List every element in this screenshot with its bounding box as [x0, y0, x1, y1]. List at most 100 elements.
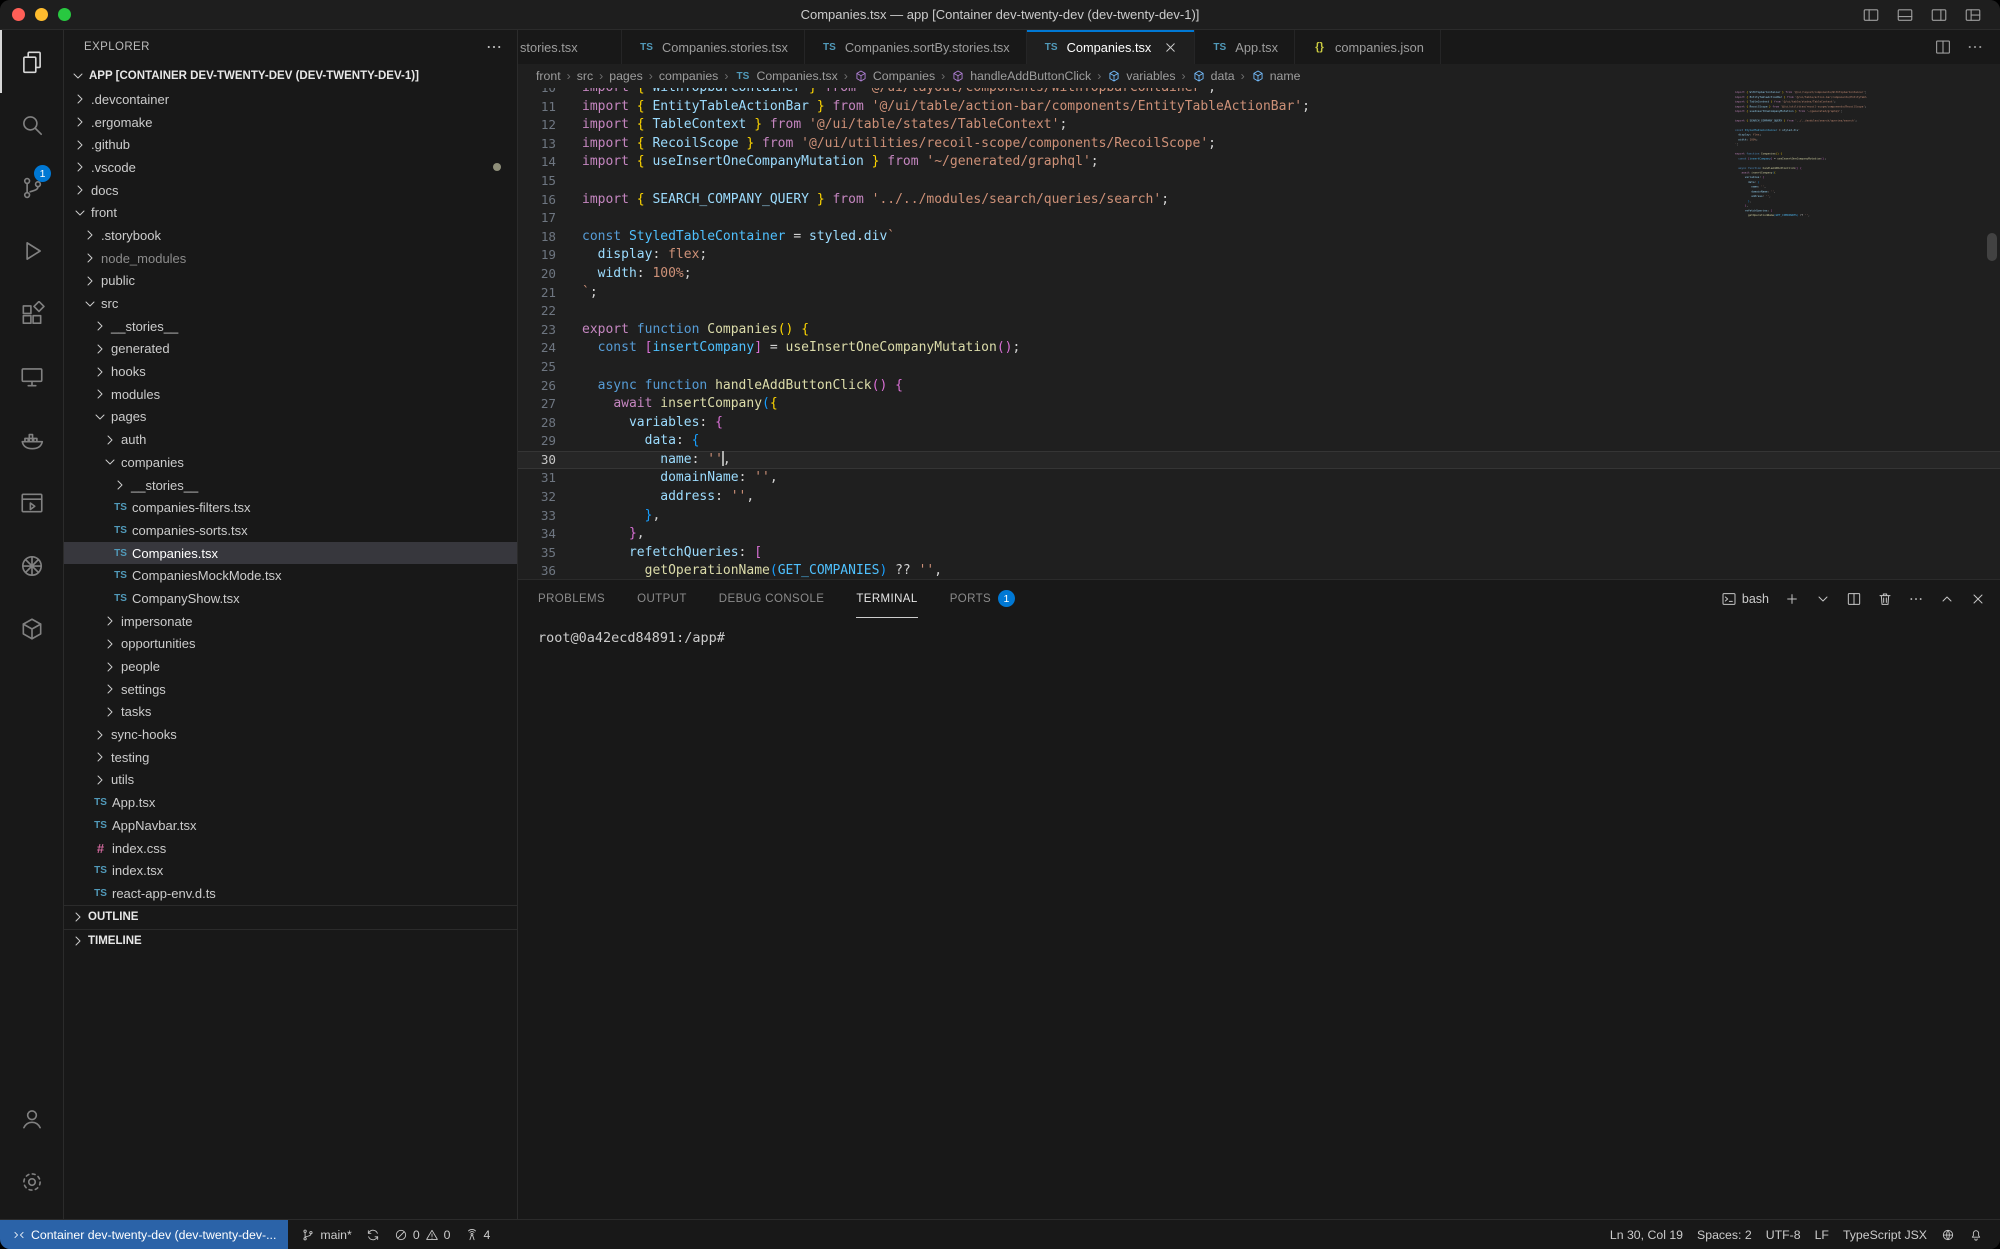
zoom-window-button[interactable]: [58, 8, 71, 21]
tree-item-pages[interactable]: pages: [64, 406, 517, 429]
activity-item-search[interactable]: [0, 93, 63, 156]
tree-item-vscode[interactable]: .vscode: [64, 156, 517, 179]
breadcrumb-variables[interactable]: variables: [1107, 69, 1175, 83]
chevron-down-icon[interactable]: [72, 205, 88, 221]
panel-tab-problems[interactable]: PROBLEMS: [538, 580, 605, 618]
tree-item-ergomake[interactable]: .ergomake: [64, 111, 517, 134]
panel-more-actions[interactable]: [1908, 591, 1924, 607]
tree-item-sync-hooks[interactable]: sync-hooks: [64, 723, 517, 746]
chevron-right-icon[interactable]: [92, 727, 108, 743]
tree-item-companiesmockmode-tsx[interactable]: TSCompaniesMockMode.tsx: [64, 564, 517, 587]
problems[interactable]: 00: [387, 1220, 458, 1249]
tree-item-react-app-env-d-ts[interactable]: TSreact-app-env.d.ts: [64, 882, 517, 905]
forwarded-ports[interactable]: 4: [458, 1220, 498, 1249]
sidebar-section-outline[interactable]: OUTLINE: [64, 905, 517, 929]
tree-item-modules[interactable]: modules: [64, 383, 517, 406]
eol[interactable]: LF: [1808, 1220, 1836, 1249]
breadcrumb-companies[interactable]: companies: [659, 69, 718, 83]
customize-layout-icon[interactable]: [1964, 6, 1982, 24]
toggle-secondary-icon[interactable]: [1930, 6, 1948, 24]
chevron-right-icon[interactable]: [72, 159, 88, 175]
git-branch[interactable]: main*: [294, 1220, 358, 1249]
tree-item-public[interactable]: public: [64, 270, 517, 293]
tab-app-tsx[interactable]: TSApp.tsx: [1195, 30, 1295, 64]
chevron-right-icon[interactable]: [102, 432, 118, 448]
tree-item-auth[interactable]: auth: [64, 428, 517, 451]
panel-tab-ports[interactable]: PORTS1: [950, 580, 1015, 618]
chevron-right-icon[interactable]: [112, 477, 128, 493]
tree-item-impersonate[interactable]: impersonate: [64, 610, 517, 633]
activity-item-preview[interactable]: [0, 471, 63, 534]
remote-indicator[interactable]: Container dev-twenty-dev (dev-twenty-dev…: [0, 1220, 288, 1249]
maximize-panel-button[interactable]: [1939, 591, 1955, 607]
close-panel-button[interactable]: [1970, 591, 1986, 607]
chevron-right-icon[interactable]: [72, 91, 88, 107]
kill-terminal-button[interactable]: [1877, 591, 1893, 607]
chevron-right-icon[interactable]: [102, 704, 118, 720]
shell-selector[interactable]: bash: [1721, 591, 1769, 607]
tree-item-index-tsx[interactable]: TSindex.tsx: [64, 859, 517, 882]
language-mode[interactable]: TypeScript JSX: [1836, 1220, 1934, 1249]
chevron-right-icon[interactable]: [102, 636, 118, 652]
chevron-right-icon[interactable]: [92, 318, 108, 334]
activity-item-kubernetes[interactable]: [0, 534, 63, 597]
tree-item-companies-sorts-tsx[interactable]: TScompanies-sorts.tsx: [64, 519, 517, 542]
activity-item-remote-explorer[interactable]: [0, 345, 63, 408]
tree-item-front[interactable]: front: [64, 201, 517, 224]
tree-item-storybook[interactable]: .storybook: [64, 224, 517, 247]
tab-companies-stories-tsx[interactable]: TSCompanies.stories.tsx: [622, 30, 805, 64]
tree-item-appnavbar-tsx[interactable]: TSAppNavbar.tsx: [64, 814, 517, 837]
chevron-right-icon[interactable]: [102, 659, 118, 675]
toggle-panel-icon[interactable]: [1896, 6, 1914, 24]
code-editor[interactable]: 10import { WithTopbarContainer } from '@…: [518, 88, 2000, 579]
breadcrumb-name[interactable]: name: [1251, 69, 1301, 83]
chevron-down-icon[interactable]: [82, 296, 98, 312]
activity-item-run-debug[interactable]: [0, 219, 63, 282]
new-terminal-button[interactable]: [1784, 591, 1800, 607]
close-tab-icon[interactable]: [1163, 40, 1178, 55]
tree-item-stories[interactable]: __stories__: [64, 315, 517, 338]
chevron-right-icon[interactable]: [92, 386, 108, 402]
workspace-section-header[interactable]: APP [CONTAINER DEV-TWENTY-DEV (DEV-TWENT…: [64, 64, 517, 88]
chevron-right-icon[interactable]: [92, 364, 108, 380]
breadcrumb-handleaddbuttonclick[interactable]: handleAddButtonClick: [951, 69, 1091, 83]
activity-item-extensions[interactable]: [0, 282, 63, 345]
tree-item-companies[interactable]: companies: [64, 451, 517, 474]
panel-tab-debug-console[interactable]: DEBUG CONSOLE: [719, 580, 825, 618]
tree-item-people[interactable]: people: [64, 655, 517, 678]
activity-item-explorer[interactable]: [0, 30, 63, 93]
panel-tab-output[interactable]: OUTPUT: [637, 580, 687, 618]
close-window-button[interactable]: [12, 8, 25, 21]
chevron-right-icon[interactable]: [92, 772, 108, 788]
chevron-right-icon[interactable]: [72, 137, 88, 153]
chevron-right-icon[interactable]: [82, 273, 98, 289]
tree-item-companyshow-tsx[interactable]: TSCompanyShow.tsx: [64, 587, 517, 610]
tree-item-testing[interactable]: testing: [64, 746, 517, 769]
encoding[interactable]: UTF-8: [1759, 1220, 1808, 1249]
tree-item-github[interactable]: .github: [64, 133, 517, 156]
cursor-position[interactable]: Ln 30, Col 19: [1603, 1220, 1690, 1249]
tab-companies-sortby-stories-tsx[interactable]: TSCompanies.sortBy.stories.tsx: [805, 30, 1027, 64]
panel-tab-terminal[interactable]: TERMINAL: [856, 580, 917, 618]
tree-item-docs[interactable]: docs: [64, 179, 517, 202]
tree-item-node-modules[interactable]: node_modules: [64, 247, 517, 270]
breadcrumb-pages[interactable]: pages: [609, 69, 643, 83]
chevron-right-icon[interactable]: [102, 613, 118, 629]
split-editor-icon[interactable]: [1934, 38, 1952, 56]
chevron-right-icon[interactable]: [82, 250, 98, 266]
breadcrumb-companies-tsx[interactable]: TSCompanies.tsx: [734, 69, 837, 83]
breadcrumb-src[interactable]: src: [577, 69, 593, 83]
split-terminal-button[interactable]: [1846, 591, 1862, 607]
notifications[interactable]: [1962, 1220, 1990, 1249]
toggle-sidebar-icon[interactable]: [1862, 6, 1880, 24]
tree-item-companies-tsx[interactable]: TSCompanies.tsx: [64, 542, 517, 565]
tree-item-app-tsx[interactable]: TSApp.tsx: [64, 791, 517, 814]
activity-item-source-control[interactable]: 1: [0, 156, 63, 219]
terminal-dropdown[interactable]: [1815, 591, 1831, 607]
chevron-right-icon[interactable]: [72, 114, 88, 130]
minimap[interactable]: import { WithTopbarContainer } from '@/u…: [1735, 90, 1867, 561]
tree-item-hooks[interactable]: hooks: [64, 360, 517, 383]
breadcrumb-data[interactable]: data: [1192, 69, 1235, 83]
tree-item-tasks[interactable]: tasks: [64, 701, 517, 724]
chevron-right-icon[interactable]: [102, 681, 118, 697]
